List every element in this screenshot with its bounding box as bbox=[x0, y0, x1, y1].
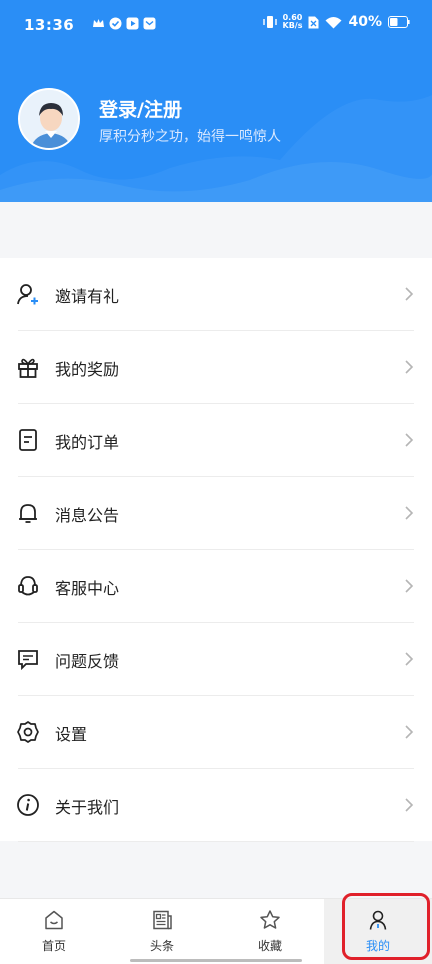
menu-item-orders[interactable]: 我的订单 bbox=[0, 404, 432, 477]
notification-icons bbox=[92, 17, 156, 30]
menu-item-about[interactable]: 关于我们 bbox=[0, 769, 432, 842]
chevron-right-icon bbox=[405, 506, 414, 520]
tab-favorites[interactable]: 收藏 bbox=[216, 899, 324, 964]
login-register-link[interactable]: 登录/注册 bbox=[99, 95, 182, 122]
menu-item-notices[interactable]: 消息公告 bbox=[0, 477, 432, 550]
profile-slogan: 厚积分秒之功，始得一鸣惊人 bbox=[99, 129, 281, 145]
feedback-icon bbox=[18, 650, 38, 671]
highlight-annotation bbox=[342, 893, 430, 960]
menu-item-settings[interactable]: 设置 bbox=[0, 696, 432, 769]
gear-icon bbox=[17, 721, 39, 743]
settings-menu: 邀请有礼 我的奖励 我的订单 消息公告 客服中心 问题反馈 设置 关于我们 bbox=[0, 258, 432, 842]
avatar[interactable] bbox=[18, 88, 80, 150]
chevron-right-icon bbox=[405, 725, 414, 739]
tab-label: 头条 bbox=[149, 939, 174, 953]
home-icon bbox=[45, 910, 63, 930]
mail-app-icon bbox=[143, 17, 156, 30]
chevron-right-icon bbox=[405, 579, 414, 593]
wifi-icon bbox=[325, 16, 342, 28]
battery-icon bbox=[388, 16, 410, 28]
tab-label: 首页 bbox=[41, 939, 66, 953]
status-right: 0.60 KB/s 40% bbox=[262, 14, 411, 30]
menu-item-label: 问题反馈 bbox=[55, 652, 120, 671]
menu-item-feedback[interactable]: 问题反馈 bbox=[0, 623, 432, 696]
chevron-right-icon bbox=[405, 798, 414, 812]
tab-home[interactable]: 首页 bbox=[0, 899, 108, 964]
menu-item-label: 关于我们 bbox=[55, 798, 120, 817]
video-app-icon bbox=[126, 17, 139, 30]
sim-off-icon bbox=[308, 16, 319, 28]
bell-icon bbox=[19, 504, 37, 523]
divider bbox=[18, 841, 414, 842]
menu-item-rewards[interactable]: 我的奖励 bbox=[0, 331, 432, 404]
battery-percent: 40% bbox=[348, 14, 382, 30]
check-badge-icon bbox=[109, 17, 122, 30]
star-icon bbox=[260, 910, 280, 929]
net-speed-unit: KB/s bbox=[282, 21, 303, 30]
chevron-right-icon bbox=[405, 360, 414, 374]
info-icon bbox=[17, 794, 39, 816]
order-icon bbox=[19, 429, 37, 451]
menu-item-customer-service[interactable]: 客服中心 bbox=[0, 550, 432, 623]
menu-item-label: 客服中心 bbox=[55, 579, 120, 598]
menu-item-label: 邀请有礼 bbox=[55, 287, 120, 306]
news-icon bbox=[153, 910, 172, 930]
menu-item-label: 设置 bbox=[55, 725, 88, 744]
chevron-right-icon bbox=[405, 287, 414, 301]
gift-icon bbox=[18, 358, 38, 378]
chevron-right-icon bbox=[405, 433, 414, 447]
tab-label: 收藏 bbox=[257, 939, 282, 953]
menu-item-label: 我的奖励 bbox=[55, 360, 120, 379]
crown-icon bbox=[93, 19, 104, 27]
menu-item-label: 消息公告 bbox=[55, 506, 120, 525]
headset-icon bbox=[18, 576, 38, 596]
menu-item-label: 我的订单 bbox=[55, 433, 120, 452]
vibrate-icon bbox=[262, 16, 277, 28]
net-speed: 0.60 KB/s bbox=[283, 14, 303, 30]
status-bar: 13:36 0.60 KB/s 40% bbox=[0, 0, 432, 52]
home-indicator[interactable] bbox=[130, 959, 302, 962]
profile-header: 13:36 0.60 KB/s 40% 登录/注册 厚积分秒之功，始得一鸣惊人 bbox=[0, 0, 432, 202]
tab-news[interactable]: 头条 bbox=[108, 899, 216, 964]
user-add-icon bbox=[17, 284, 38, 305]
chevron-right-icon bbox=[405, 652, 414, 666]
status-time: 13:36 bbox=[24, 16, 75, 34]
menu-item-invite[interactable]: 邀请有礼 bbox=[0, 258, 432, 331]
